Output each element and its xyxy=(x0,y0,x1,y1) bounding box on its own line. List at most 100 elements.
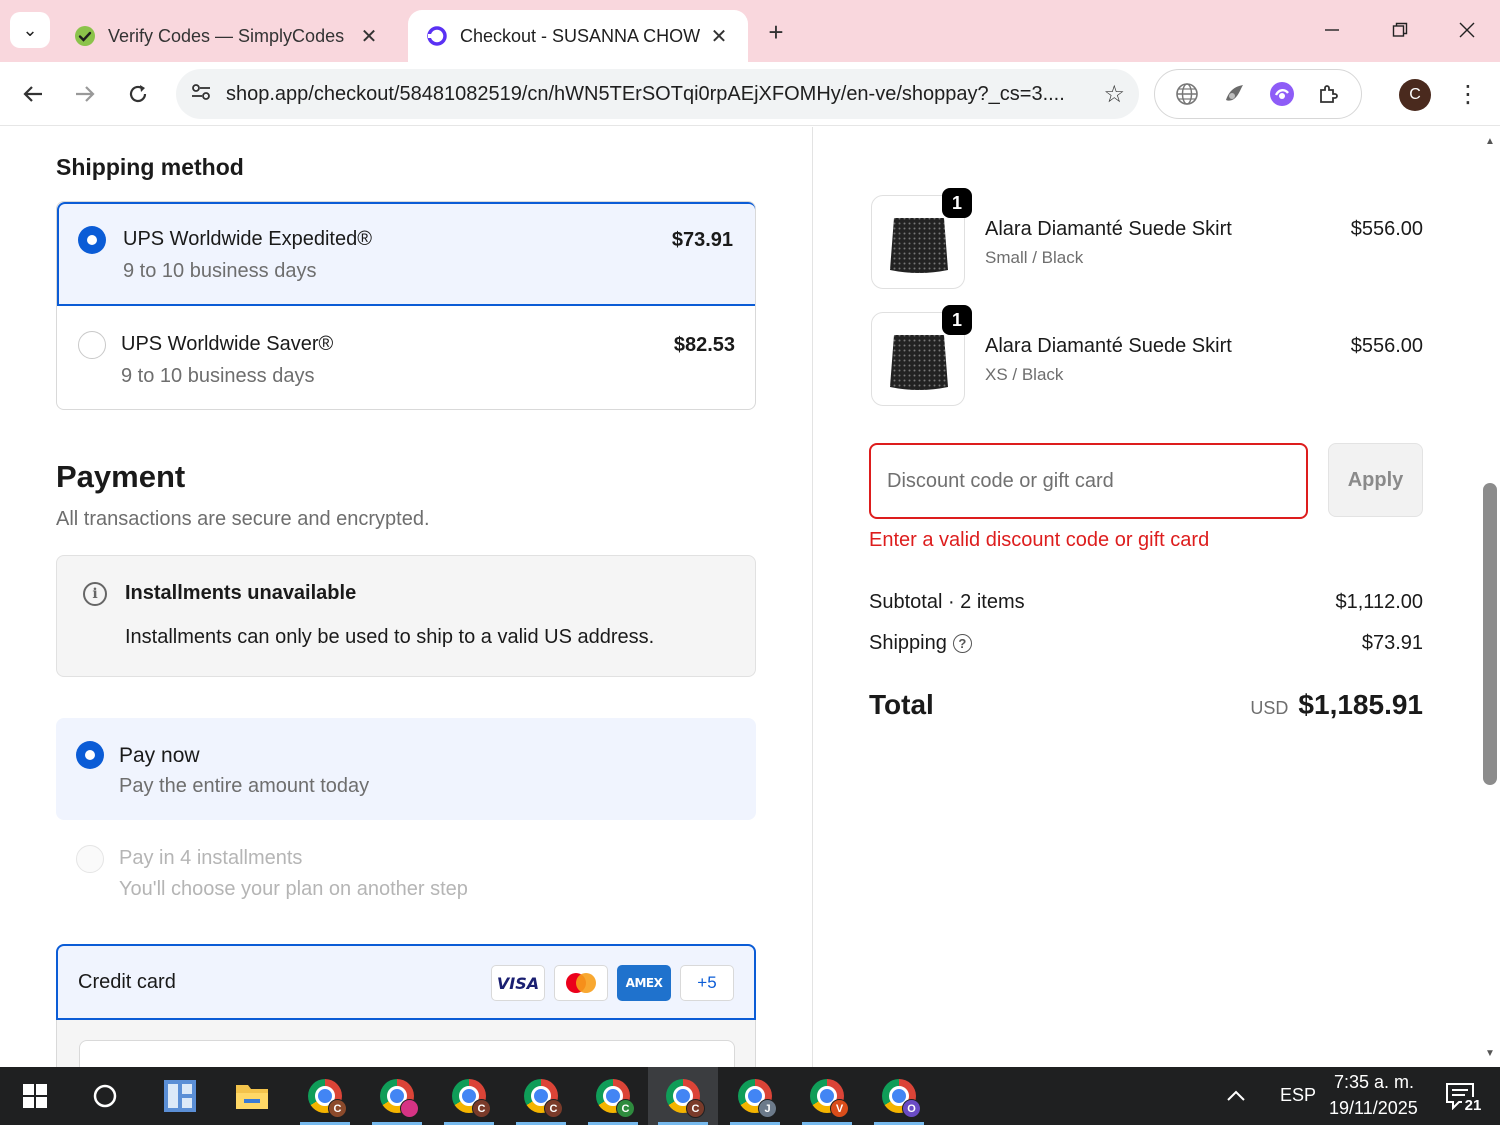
mastercard-logo-icon xyxy=(554,965,608,1001)
chrome-window-9[interactable]: O xyxy=(864,1067,934,1125)
show-hidden-icons-button[interactable] xyxy=(1216,1067,1256,1125)
search-button[interactable] xyxy=(70,1067,140,1125)
chrome-window-4[interactable]: C xyxy=(506,1067,576,1125)
subtotal-label: Subtotal · 2 items xyxy=(869,591,1025,613)
shipping-option-days: 9 to 10 business days xyxy=(123,260,317,282)
chrome-icon: C xyxy=(596,1079,635,1118)
clock-time[interactable]: 7:35 a. m. xyxy=(1334,1072,1414,1093)
help-icon[interactable]: ? xyxy=(952,634,972,653)
purple-extension-icon[interactable] xyxy=(1267,79,1297,109)
chevron-up-icon xyxy=(1227,1090,1245,1101)
forward-button[interactable] xyxy=(65,74,105,114)
shipping-options: UPS Worldwide Expedited® 9 to 10 busines… xyxy=(56,201,756,410)
scroll-thumb[interactable] xyxy=(1483,483,1497,785)
chrome-profile-badge: O xyxy=(902,1099,921,1118)
folder-icon xyxy=(236,1085,268,1109)
start-button[interactable] xyxy=(0,1067,70,1125)
url-text[interactable]: shop.app/checkout/58481082519/cn/hWN5TEr… xyxy=(226,83,1093,106)
close-tab-icon[interactable]: ✕ xyxy=(358,25,380,48)
chrome-window-5[interactable]: C xyxy=(578,1067,648,1125)
puzzle-extensions-icon[interactable] xyxy=(1314,79,1344,109)
chrome-icon: J xyxy=(738,1079,777,1118)
shipping-radio-selected[interactable] xyxy=(78,226,106,254)
chrome-icon: C xyxy=(666,1079,705,1118)
card-number-field[interactable] xyxy=(79,1040,735,1067)
shipping-option-expedited[interactable]: UPS Worldwide Expedited® 9 to 10 busines… xyxy=(57,202,755,306)
page-scrollbar[interactable]: ▲ ▼ xyxy=(1480,127,1500,1067)
payment-subtitle: All transactions are secure and encrypte… xyxy=(56,508,430,530)
site-info-icon[interactable] xyxy=(190,81,212,108)
chrome-window-6-active[interactable]: C xyxy=(648,1067,718,1125)
amex-text: AMEX xyxy=(625,976,663,990)
item-name: Alara Diamanté Suede Skirt xyxy=(985,218,1232,240)
chrome-window-1[interactable]: C xyxy=(290,1067,360,1125)
quantity-badge: 1 xyxy=(942,188,972,218)
globe-extension-icon[interactable] xyxy=(1172,79,1202,109)
chrome-window-7[interactable]: J xyxy=(720,1067,790,1125)
chrome-icon: O xyxy=(882,1079,921,1118)
address-bar[interactable]: shop.app/checkout/58481082519/cn/hWN5TEr… xyxy=(176,69,1139,119)
file-explorer-app[interactable] xyxy=(217,1067,287,1125)
browser-menu-icon[interactable]: ⋮ xyxy=(1452,78,1484,110)
tab-checkout[interactable]: Checkout - SUSANNA CHOW ✕ xyxy=(408,10,748,62)
tab-strip: ⌄ Verify Codes — SimplyCodes ✕ Checkout … xyxy=(0,0,1500,62)
payment-radio-disabled xyxy=(76,845,104,873)
close-tab-icon[interactable]: ✕ xyxy=(708,25,730,48)
installments-notice: i Installments unavailable Installments … xyxy=(56,555,756,677)
tab-simplycodes[interactable]: Verify Codes — SimplyCodes ✕ xyxy=(56,10,398,62)
total-row: Total USD $1,185.91 xyxy=(869,689,1423,729)
chrome-profile-badge: C xyxy=(544,1099,563,1118)
chrome-window-8[interactable]: V xyxy=(792,1067,862,1125)
close-window-button[interactable] xyxy=(1447,12,1487,48)
restore-button[interactable] xyxy=(1380,12,1420,48)
subtotal-row: Subtotal · 2 items $1,112.00 xyxy=(869,591,1423,614)
profile-avatar[interactable]: C xyxy=(1399,79,1431,111)
shipping-radio[interactable] xyxy=(78,331,106,359)
total-label: Total xyxy=(869,689,934,720)
tab-title: Verify Codes — SimplyCodes xyxy=(108,25,345,46)
chrome-profile-badge: C xyxy=(616,1099,635,1118)
payment-option-pay-now[interactable]: Pay now Pay the entire amount today xyxy=(56,718,756,820)
item-price: $556.00 xyxy=(1350,218,1423,240)
language-indicator[interactable]: ESP xyxy=(1280,1085,1316,1106)
chrome-window-3[interactable]: C xyxy=(434,1067,504,1125)
scroll-up-arrow-icon[interactable]: ▲ xyxy=(1484,135,1496,147)
chrome-icon xyxy=(380,1079,419,1118)
chrome-icon: V xyxy=(810,1079,849,1118)
shipping-label: Shipping xyxy=(869,632,947,654)
shipping-option-price: $82.53 xyxy=(673,334,735,356)
more-cards-badge: +5 xyxy=(680,965,734,1001)
tab-title: Checkout - SUSANNA CHOW xyxy=(460,25,701,46)
new-tab-button[interactable]: + xyxy=(760,16,792,48)
tab-search-button[interactable]: ⌄ xyxy=(10,12,50,48)
reload-button[interactable] xyxy=(118,74,158,114)
chrome-profile-badge: C xyxy=(328,1099,347,1118)
apply-discount-button[interactable]: Apply xyxy=(1328,443,1423,517)
chrome-icon: C xyxy=(524,1079,563,1118)
shipping-option-saver[interactable]: UPS Worldwide Saver® 9 to 10 business da… xyxy=(57,306,755,409)
chrome-profile-badge xyxy=(400,1099,419,1118)
payment-option-sub: You'll choose your plan on another step xyxy=(119,878,468,900)
shop-favicon-icon xyxy=(426,25,448,47)
item-variant: Small / Black xyxy=(985,248,1084,267)
credit-card-option[interactable]: Credit card VISA AMEX +5 xyxy=(56,944,756,1020)
discount-input[interactable] xyxy=(887,469,1287,493)
visa-text: VISA xyxy=(496,973,540,993)
discount-field[interactable] xyxy=(869,443,1308,519)
back-button[interactable] xyxy=(13,74,53,114)
chrome-window-2[interactable] xyxy=(362,1067,432,1125)
discount-error: Enter a valid discount code or gift card xyxy=(869,529,1210,551)
minimize-button[interactable] xyxy=(1312,12,1352,48)
clock-date[interactable]: 19/11/2025 xyxy=(1329,1098,1418,1119)
notice-body: Installments can only be used to ship to… xyxy=(125,626,655,648)
item-name: Alara Diamanté Suede Skirt xyxy=(985,335,1232,357)
checkout-form: Shipping method UPS Worldwide Expedited®… xyxy=(0,127,812,1067)
payment-radio-selected[interactable] xyxy=(76,741,104,769)
visa-logo-icon: VISA xyxy=(491,965,545,1001)
bird-extension-icon[interactable] xyxy=(1219,79,1249,109)
task-view-app[interactable] xyxy=(145,1067,215,1125)
scroll-down-arrow-icon[interactable]: ▼ xyxy=(1484,1047,1496,1059)
bookmark-star-icon[interactable]: ☆ xyxy=(1103,80,1125,109)
order-summary: 1 Alara Diamanté Suede Skirt Small / Bla… xyxy=(813,127,1480,1067)
notification-center-button[interactable]: 21 xyxy=(1430,1067,1490,1125)
